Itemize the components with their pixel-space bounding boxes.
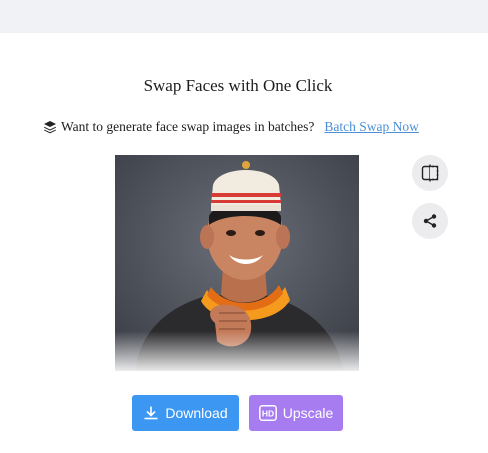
batch-promo: Want to generate face swap images in bat… [43,118,419,136]
hd-badge-text: HD [262,409,274,419]
share-button[interactable] [412,203,448,239]
result-image [115,155,359,371]
download-icon [143,405,159,421]
page-title: Swap Faces with One Click [143,76,333,95]
upscale-button[interactable]: HD Upscale [249,395,343,431]
hd-icon: HD [258,405,277,421]
share-icon [422,213,438,229]
compare-icon [421,164,439,182]
compare-button[interactable] [412,155,448,191]
upscale-label: Upscale [282,405,334,421]
download-button[interactable]: Download [132,395,239,431]
top-bar [0,0,488,33]
batch-swap-link[interactable]: Batch Swap Now [324,119,419,135]
download-label: Download [165,405,228,421]
layers-icon [43,120,57,134]
batch-promo-text: Want to generate face swap images in bat… [61,119,315,134]
